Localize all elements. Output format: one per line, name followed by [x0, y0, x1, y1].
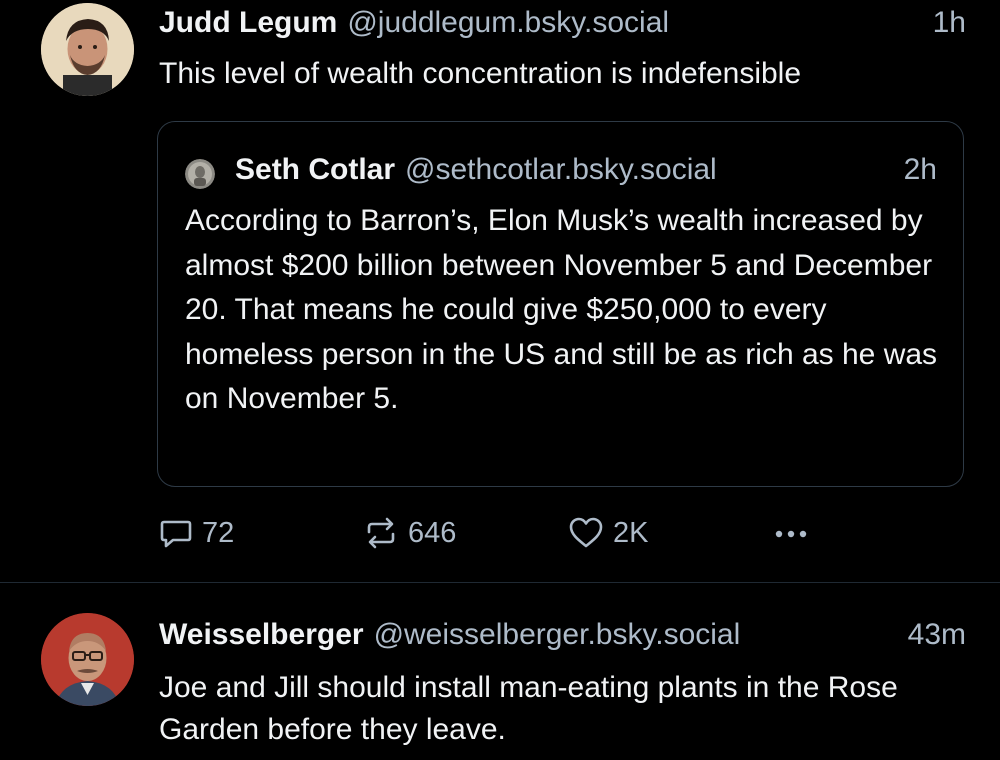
weisselberger-avatar-image — [41, 613, 134, 706]
judd-legum-avatar-image — [41, 3, 134, 96]
post-text: Joe and Jill should install man-eating p… — [159, 671, 898, 746]
post-header: Weisselberger @weisselberger.bsky.social… — [159, 615, 966, 655]
post-judd-legum[interactable]: Judd Legum @juddlegum.bsky.social 1h Thi… — [0, 0, 1000, 582]
quote-text: According to Barron’s, Elon Musk’s wealt… — [185, 204, 938, 416]
post-weisselberger[interactable]: Weisselberger @weisselberger.bsky.social… — [0, 583, 1000, 760]
repost-arrows-icon — [367, 517, 395, 549]
author-handle[interactable]: @weisselberger.bsky.social — [374, 615, 741, 655]
post-header: Judd Legum @juddlegum.bsky.social 1h — [159, 3, 966, 43]
seth-cotlar-avatar-image — [185, 159, 215, 189]
avatar[interactable] — [41, 3, 134, 96]
quote-author-display-name[interactable]: Seth Cotlar — [235, 150, 395, 190]
like-button[interactable]: 2K — [568, 513, 648, 553]
speech-bubble-icon — [160, 520, 192, 548]
more-options-button[interactable] — [770, 513, 812, 553]
author-display-name[interactable]: Weisselberger — [159, 615, 364, 655]
post-text: This level of wealth concentration is in… — [159, 57, 802, 90]
quote-timestamp[interactable]: 2h — [904, 150, 937, 190]
quote-author-handle[interactable]: @sethcotlar.bsky.social — [405, 150, 717, 190]
repost-button[interactable]: 646 — [363, 513, 456, 553]
quoted-post[interactable]: Seth Cotlar @sethcotlar.bsky.social 2h A… — [157, 121, 964, 487]
avatar[interactable] — [41, 613, 134, 706]
heart-outline-icon — [569, 517, 603, 548]
like-count: 2K — [613, 516, 649, 549]
author-handle[interactable]: @juddlegum.bsky.social — [347, 3, 669, 43]
author-display-name[interactable]: Judd Legum — [159, 3, 337, 43]
reply-count: 72 — [202, 516, 235, 549]
quote-header: Seth Cotlar @sethcotlar.bsky.social 2h — [235, 150, 937, 190]
quote-avatar[interactable] — [185, 159, 215, 189]
ellipsis-icon — [775, 530, 807, 538]
post-timestamp[interactable]: 43m — [908, 615, 966, 655]
repost-count: 646 — [408, 516, 457, 549]
reply-button[interactable]: 72 — [159, 513, 234, 553]
post-timestamp[interactable]: 1h — [933, 3, 966, 43]
post-actions: 72 646 2K — [0, 513, 1000, 553]
